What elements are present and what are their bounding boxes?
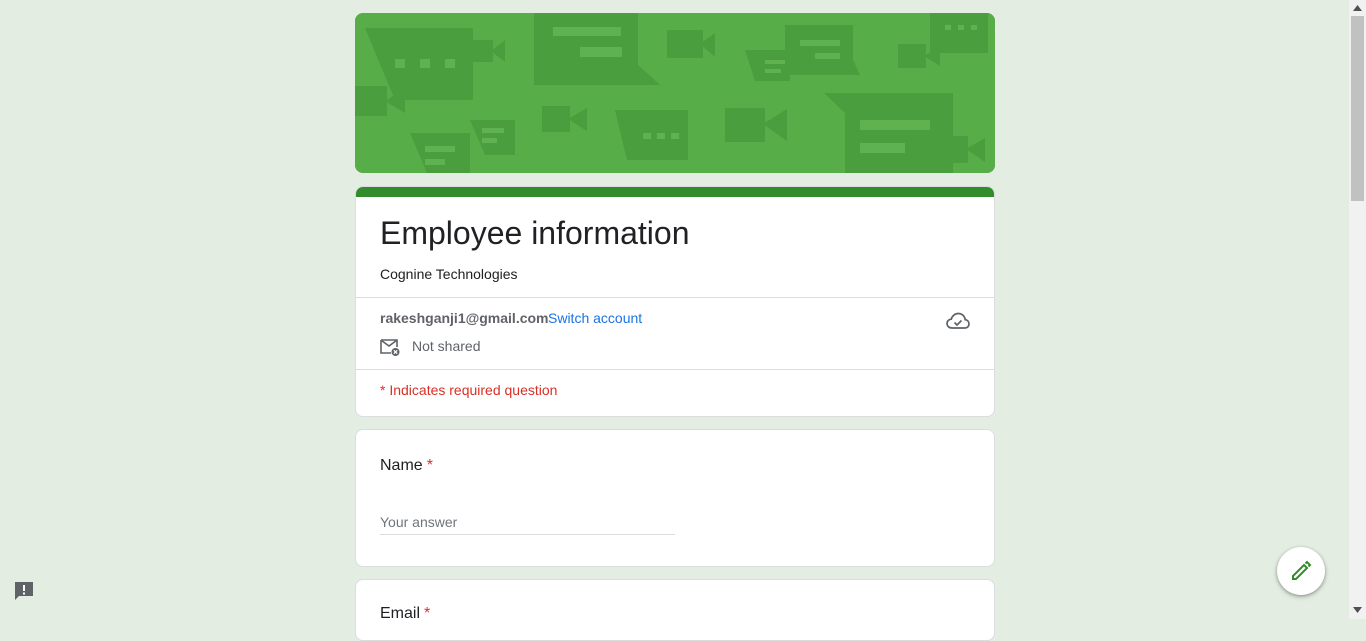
switch-account-link[interactable]: Switch account [548, 310, 642, 326]
mail-not-shared-icon [380, 339, 400, 356]
required-asterisk: * [426, 457, 433, 474]
form-title: Employee information [380, 215, 690, 251]
question-card-email: Email * [355, 579, 995, 641]
question-card-name: Name * [355, 429, 995, 567]
header-banner [355, 13, 995, 173]
scroll-up-arrow-icon[interactable] [1353, 5, 1362, 11]
not-shared-label: Not shared [412, 338, 481, 354]
question-label: Email [380, 605, 421, 622]
question-title-name: Name * [380, 457, 433, 475]
account-email: rakeshganji1@gmail.com [380, 310, 549, 326]
banner-pattern [355, 13, 995, 173]
scroll-down-arrow-icon[interactable] [1353, 607, 1362, 613]
required-divider [356, 369, 994, 370]
page-scrollbar[interactable] [1349, 0, 1366, 619]
name-answer-input[interactable] [380, 510, 675, 535]
theme-accent-bar [356, 187, 994, 197]
pencil-icon [1292, 560, 1312, 580]
required-asterisk: * [424, 605, 431, 622]
report-problem-icon[interactable] [13, 581, 35, 601]
form-description: Cognine Technologies [380, 266, 518, 282]
header-divider [356, 297, 994, 298]
edit-form-button[interactable] [1277, 547, 1325, 595]
form-header-card: Employee information Cognine Technologie… [355, 186, 995, 417]
cloud-saved-icon [946, 312, 970, 329]
scrollbar-thumb[interactable] [1351, 16, 1364, 201]
question-title-email: Email * [380, 605, 430, 623]
required-question-note: * Indicates required question [380, 382, 558, 398]
question-label: Name [380, 457, 423, 474]
